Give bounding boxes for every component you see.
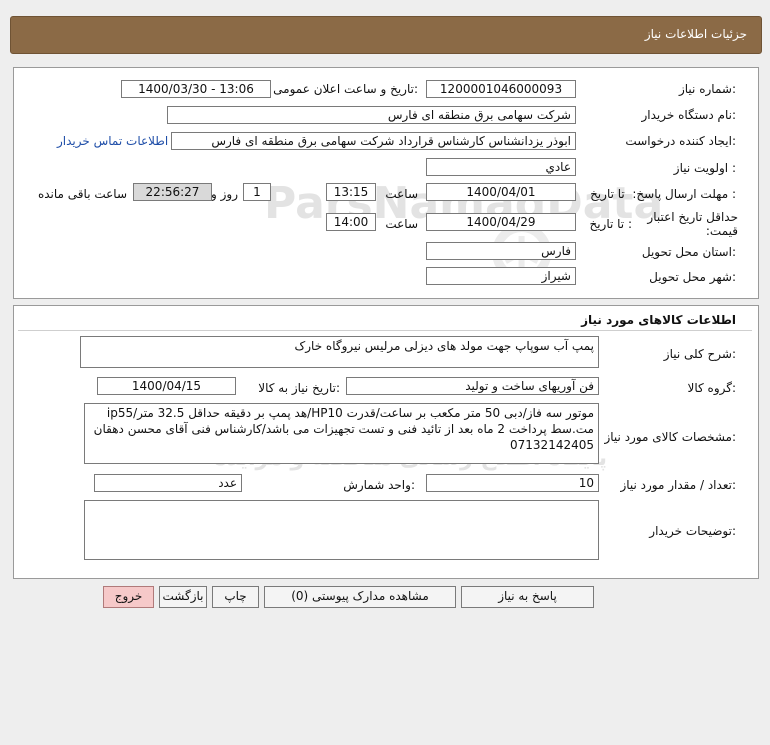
goods-section-title: اطلاعات کالاهای مورد نیاز <box>581 313 736 327</box>
buyer-contact-link[interactable]: اطلاعات تماس خریدار <box>57 134 168 148</box>
need-date-field: 1400/04/15 <box>97 377 236 395</box>
group-field: فن آوریهای ساخت و تولید <box>346 377 599 395</box>
need-number-field: 1200001046000093 <box>426 80 576 98</box>
validity-to-date-label: تا تاریخ : <box>589 217 632 231</box>
requester-field: ابوذر یزدانشناس کارشناس قرارداد شرکت سها… <box>171 132 576 150</box>
attachments-button[interactable]: مشاهده مدارک پیوستی (0) <box>264 586 456 608</box>
section-divider <box>18 330 752 331</box>
description-label: شرح کلی نیاز: <box>663 347 736 361</box>
buyer-org-label: نام دستگاه خریدار: <box>641 108 737 122</box>
need-info-panel: ParsNamadData ⊛ <box>13 67 759 303</box>
group-label: گروه کالا: <box>687 381 737 395</box>
reply-date-field: 1400/04/01 <box>426 183 576 201</box>
need-date-label: تاریخ نیاز به کالا: <box>258 381 340 395</box>
back-button[interactable]: بازگشت <box>159 586 207 608</box>
unit-label: واحد شمارش: <box>343 478 415 492</box>
validity-time-field: 14:00 <box>326 213 376 231</box>
reply-deadline-label: مهلت ارسال پاسخ: تا تاریخ : <box>590 187 736 201</box>
reply-button[interactable]: پاسخ به نیاز <box>461 586 594 608</box>
print-button[interactable]: چاپ <box>212 586 259 608</box>
buyer-notes-label: توضیحات خریدار: <box>649 524 736 538</box>
province-field: فارس <box>426 242 576 260</box>
specs-field: موتور سه فاز/دبی 50 متر مکعب بر ساعت/قدر… <box>84 403 599 464</box>
remaining-label: ساعت باقی مانده <box>37 187 127 201</box>
requester-label: ایجاد کننده درخواست: <box>625 134 736 148</box>
days-label: روز و <box>211 187 238 201</box>
page-title: جزئیات اطلاعات نیاز <box>644 27 747 41</box>
specs-label: مشخصات کالای مورد نیاز: <box>604 430 736 444</box>
need-number-label: شماره نیاز: <box>678 82 736 96</box>
priority-field: عادي <box>426 158 576 176</box>
city-field: شیراز <box>426 267 576 285</box>
priority-label: اولویت نیاز : <box>673 161 736 175</box>
description-field: پمپ آب سوپاپ جهت مولد های دیزلی مرلیس نی… <box>80 336 599 368</box>
qty-label: تعداد / مقدار مورد نیاز: <box>620 478 736 492</box>
validity-time-label: ساعت <box>385 217 418 231</box>
buyer-notes-field <box>84 500 599 560</box>
days-field: 1 <box>243 183 271 201</box>
reply-time-field: 13:15 <box>326 183 376 201</box>
page-header: جزئیات اطلاعات نیاز <box>10 16 762 54</box>
announce-datetime-field: 1400/03/30 - 13:06 <box>121 80 271 98</box>
validity-date-field: 1400/04/29 <box>426 213 576 231</box>
validity-label: حداقل تاریخ اعتبار قیمت: <box>647 210 738 238</box>
city-label: شهر محل تحویل: <box>649 270 736 284</box>
remaining-time-field: 22:56:27 <box>133 183 212 201</box>
announce-label: تاریخ و ساعت اعلان عمومی: <box>273 82 418 96</box>
reply-time-label: ساعت <box>385 187 418 201</box>
buyer-org-field: شرکت سهامی برق منطقه ای فارس <box>167 106 576 124</box>
exit-button[interactable]: خروج <box>103 586 154 608</box>
province-label: استان محل تحویل: <box>641 245 736 259</box>
unit-field: عدد <box>94 474 242 492</box>
qty-field: 10 <box>426 474 599 492</box>
